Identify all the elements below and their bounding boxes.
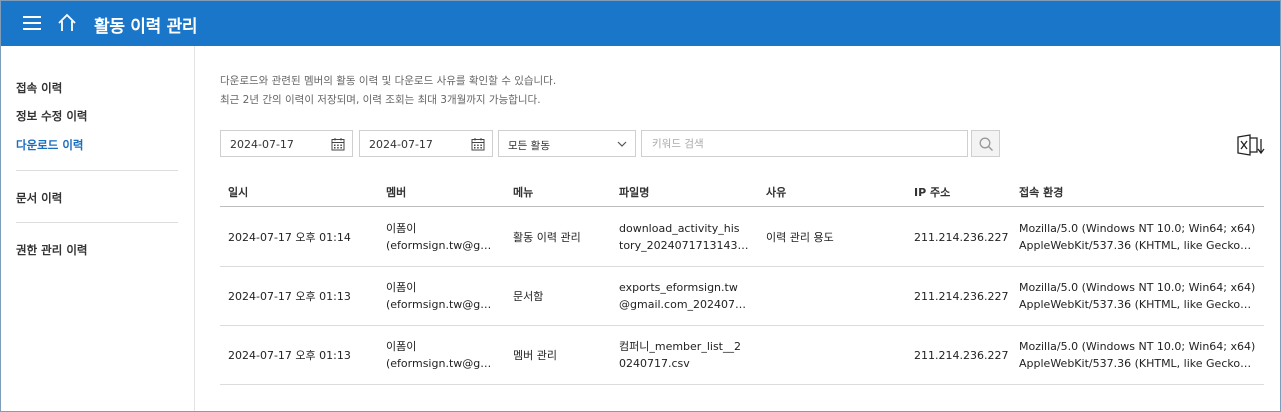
cell-ip: 211.214.236.227 <box>914 290 1009 303</box>
cell-datetime: 2024-07-17 오후 01:13 <box>228 349 351 362</box>
search-icon <box>979 137 993 151</box>
sidebar-item-access-history[interactable]: 접속 이력 <box>16 80 62 96</box>
cell-member-email: (eformsign.tw@g… <box>386 239 492 252</box>
cell-member-name: 이폼이 <box>386 340 417 353</box>
cell-filename: 0240717.csv <box>619 357 690 370</box>
end-date-field[interactable]: 2024-07-17 <box>359 130 493 157</box>
cell-environment: AppleWebKit/537.36 (KHTML, like Gecko… <box>1019 298 1252 311</box>
cell-ip: 211.214.236.227 <box>914 231 1009 244</box>
table-header-divider <box>220 206 1264 207</box>
start-date-value: 2024-07-17 <box>230 138 294 151</box>
cell-member-email: (eformsign.tw@g… <box>386 298 492 311</box>
row-divider <box>220 266 1264 267</box>
sidebar-divider <box>16 222 178 223</box>
top-bar: 활동 이력 관리 <box>1 1 1280 46</box>
cell-menu: 활동 이력 관리 <box>513 231 581 244</box>
home-icon[interactable] <box>57 13 77 33</box>
sidebar-item-permission-history[interactable]: 권한 관리 이력 <box>16 242 88 258</box>
column-header-menu: 메뉴 <box>513 186 534 199</box>
cell-member-name: 이폼이 <box>386 222 417 235</box>
cell-member-name: 이폼이 <box>386 281 417 294</box>
column-header-member: 멤버 <box>386 186 407 199</box>
sidebar-item-edit-history[interactable]: 정보 수정 이력 <box>16 108 88 124</box>
cell-filename: @gmail.com_202407… <box>619 298 747 311</box>
sidebar-divider <box>16 170 178 171</box>
sidebar-item-document-history[interactable]: 문서 이력 <box>16 190 62 206</box>
row-divider <box>220 384 1264 385</box>
cell-menu: 멤버 관리 <box>513 349 557 362</box>
cell-environment: Mozilla/5.0 (Windows NT 10.0; Win64; x64… <box>1019 340 1256 353</box>
keyword-search-input[interactable] <box>641 130 968 157</box>
cell-environment: AppleWebKit/537.36 (KHTML, like Gecko… <box>1019 357 1252 370</box>
column-header-ip: IP 주소 <box>914 186 951 199</box>
activity-select-value: 모든 활동 <box>508 140 550 152</box>
column-header-datetime: 일시 <box>228 186 249 199</box>
description-line: 다운로드와 관련된 멤버의 활동 이력 및 다운로드 사유를 확인할 수 있습니… <box>220 75 557 87</box>
start-date-field[interactable]: 2024-07-17 <box>220 130 353 157</box>
column-header-filename: 파일명 <box>619 186 650 199</box>
chevron-down-icon <box>617 141 627 147</box>
cell-datetime: 2024-07-17 오후 01:13 <box>228 290 351 303</box>
cell-datetime: 2024-07-17 오후 01:14 <box>228 231 351 244</box>
end-date-value: 2024-07-17 <box>369 138 433 151</box>
search-button[interactable] <box>971 130 1000 157</box>
cell-environment: AppleWebKit/537.36 (KHTML, like Gecko… <box>1019 239 1252 252</box>
activity-select[interactable]: 모든 활동 <box>498 130 636 157</box>
description-line: 최근 2년 간의 이력이 저장되며, 이력 조회는 최대 3개월까지 가능합니다… <box>220 94 541 106</box>
column-header-environment: 접속 환경 <box>1019 186 1064 199</box>
cell-filename: 컴퍼니_member_list__2 <box>619 340 741 353</box>
cell-member-email: (eformsign.tw@g… <box>386 357 492 370</box>
column-header-reason: 사유 <box>766 186 787 199</box>
sidebar: 접속 이력 정보 수정 이력 다운로드 이력 문서 이력 권한 관리 이력 <box>1 46 195 411</box>
page-title: 활동 이력 관리 <box>94 17 198 37</box>
cell-reason: 이력 관리 용도 <box>766 231 834 244</box>
cell-environment: Mozilla/5.0 (Windows NT 10.0; Win64; x64… <box>1019 222 1256 235</box>
cell-filename: tory_2024071713143… <box>619 239 749 252</box>
cell-menu: 문서함 <box>513 290 544 303</box>
cell-ip: 211.214.236.227 <box>914 349 1009 362</box>
cell-filename: exports_eformsign.tw <box>619 281 738 294</box>
calendar-icon[interactable] <box>331 137 345 151</box>
sidebar-item-download-history[interactable]: 다운로드 이력 <box>16 137 83 153</box>
hamburger-icon[interactable] <box>23 16 41 31</box>
calendar-icon[interactable] <box>471 137 485 151</box>
excel-download-icon[interactable] <box>1236 133 1266 157</box>
row-divider <box>220 325 1264 326</box>
cell-filename: download_activity_his <box>619 222 740 235</box>
cell-environment: Mozilla/5.0 (Windows NT 10.0; Win64; x64… <box>1019 281 1256 294</box>
